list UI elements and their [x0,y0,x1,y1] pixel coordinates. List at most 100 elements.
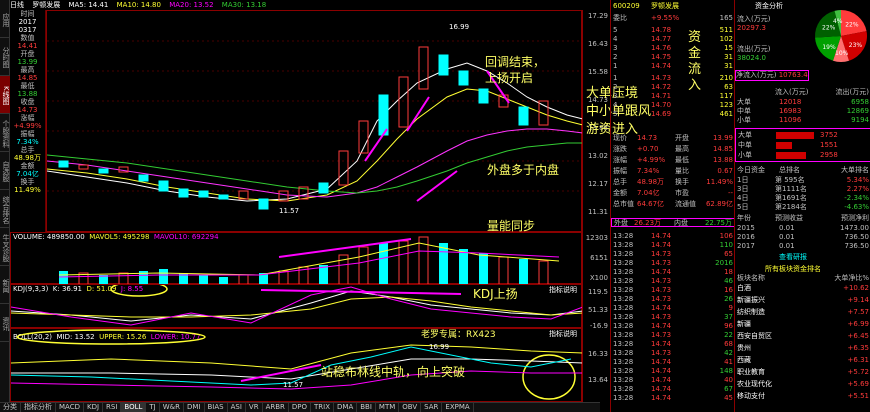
kline-chart[interactable]: 16.99 11.57 回调结束， 上扬开启 外盘多于内盘 量能同步 [46,10,584,233]
toolbar-tab-obv[interactable]: OBV [399,403,422,412]
sector-value: +5.51 [847,392,869,400]
axis-tick: 12.17 [587,180,608,188]
stat-label: 市盈 [675,189,689,197]
sector-row[interactable]: 白酒 +10.62 [735,284,870,293]
toolbar-tab-bbi[interactable]: BBI [357,403,376,412]
kline-svg [46,40,584,210]
tick-row[interactable]: 13:28 14.73 22 [611,331,735,340]
tick-time: 13:28 [613,340,634,348]
sector-row[interactable]: 职业教育 +5.72 [735,368,870,377]
sector-row[interactable]: 西安自贸区 +6.45 [735,332,870,341]
info-value: +4.99% [13,122,42,130]
tick-price: 14.74 [651,358,672,366]
tick-row[interactable]: 13:28 14.74 110 [611,241,735,250]
info-label: 金额 [20,162,35,170]
toolbar-tab-asi[interactable]: ASI [228,403,246,412]
tick-time: 13:28 [613,259,634,267]
kdj-help-button[interactable]: 指标说明 [549,285,577,295]
toolbar-tab-dpo[interactable]: DPO [289,403,312,412]
forecast-head: 预测净利 [841,214,869,222]
forecast-head: 年份 [737,214,751,222]
sector-row[interactable]: 移动支付 +5.51 [735,392,870,401]
sector-value: +10.62 [843,284,869,292]
toolbar-tab-mtm[interactable]: MTM [376,403,400,412]
sector-row[interactable]: 农业现代化 +5.69 [735,380,870,389]
tick-row[interactable]: 13:28 14.74 106 [611,232,735,241]
toolbar-tab-vr[interactable]: VR [246,403,263,412]
forecast-row: 2017 0.01 736.50 [735,242,870,251]
sidebar-item-profile[interactable]: 个股资料 [0,114,10,152]
stat-label: 最高 [675,145,689,153]
period-label[interactable]: 日线 [10,1,24,9]
toolbar-tab-dmi[interactable]: DMI [184,403,205,412]
tick-row[interactable]: 13:28 14.73 2016 [611,259,735,268]
tick-row[interactable]: 13:28 14.73 65 [611,250,735,259]
kdj-panel[interactable]: KDJ(9,3,3) K: 36.91 D: 51.09 J: 8.55 KDJ… [10,284,583,328]
toolbar-tab-dma[interactable]: DMA [334,403,358,412]
toolbar-tab-kdj[interactable]: KDJ [84,403,104,412]
pie-label: 23% [849,42,863,49]
sidebar-item-news[interactable]: 新闻 [0,266,10,304]
toolbar-tab-sar[interactable]: SAR [421,403,443,412]
toolbar-tab-指标分析[interactable]: 指标分析 [21,403,56,412]
sidebar-item-watchlist[interactable]: 自选股 [0,152,10,190]
info-value: 13.88 [17,90,38,98]
info-label: 涨幅 [20,114,35,122]
rank-label: 4日 [737,194,749,202]
tick-row[interactable]: 13:28 14.74 40 [611,376,735,385]
tick-row[interactable]: 13:28 14.73 37 [611,313,735,322]
tick-row[interactable]: 13:28 14.74 67 [611,385,735,394]
annotation-outer-volume: 外盘多于内盘 [487,163,560,177]
high-price-label: 16.99 [449,23,470,31]
sidebar-item-timeshare[interactable]: 分时图 [0,38,10,76]
rank-row: 5日 第2184名 -4.63% [735,203,870,212]
stat-row: 涨幅 +4.99% 最低 13.88 [611,156,735,165]
toolbar-tab-arbr[interactable]: ARBR [263,403,289,412]
sector-row[interactable]: 西藏 +6.31 [735,356,870,365]
tick-row[interactable]: 13:28 14.74 68 [611,340,735,349]
net-bar [776,152,806,159]
volume-panel[interactable]: VOLUME: 489850.00 MAVOL5: 495298 MAVOL10… [10,232,582,285]
sector-row[interactable]: 新疆 +6.99 [735,320,870,329]
toolbar-tab-macd[interactable]: MACD [56,403,84,412]
tick-price: 14.74 [651,394,672,402]
view-report-link[interactable]: 查看研报 [779,252,807,262]
tick-row[interactable]: 13:28 14.73 42 [611,349,735,358]
tick-volume: 37 [724,313,733,321]
sidebar-item-app[interactable]: 应用 [0,0,10,38]
net-row: 中单 1551 [736,141,870,150]
toolbar-tab-rsi[interactable]: RSI [103,403,122,412]
rank-row: 4日 第1691名 -2.34% [735,194,870,203]
toolbar-tab-w&r[interactable]: W&R [160,403,184,412]
forecast-year: 2016 [737,233,755,241]
toolbar-tab-分类[interactable]: 分类 [0,403,21,412]
tick-row[interactable]: 13:28 14.73 46 [611,277,735,286]
weibi-label: 委比 [613,14,627,22]
tick-row[interactable]: 13:28 14.74 45 [611,394,735,403]
sidebar-item-kline[interactable]: K线图 [0,76,10,114]
sidebar-item-ranking[interactable]: 综合排名 [0,190,10,228]
toolbar-tab-bias[interactable]: BIAS [205,403,228,412]
toolbar-tab-tj[interactable]: TJ [146,403,160,412]
tick-row[interactable]: 13:28 14.74 41 [611,358,735,367]
info-label: 最高 [20,66,35,74]
tick-row[interactable]: 13:28 14.74 9 [611,304,735,313]
sector-row[interactable]: 新疆振兴 +9.14 [735,296,870,305]
tick-time: 13:28 [613,241,634,249]
rank-header-row: 今日资金 总排名 大单排名 [735,166,870,175]
sidebar-item-diagnosis[interactable]: 牛叉诊股 [0,228,10,266]
boll-help-button[interactable]: 指标说明 [549,329,577,339]
sector-row[interactable]: 贵州 +6.35 [735,344,870,353]
tick-row[interactable]: 13:28 14.74 18 [611,268,735,277]
stat-label: 涨幅 [613,156,627,164]
tick-row[interactable]: 13:28 14.74 148 [611,367,735,376]
sector-row[interactable]: 纺织制造 +7.57 [735,308,870,317]
tick-row[interactable]: 13:28 14.74 96 [611,322,735,331]
toolbar-tab-boll[interactable]: BOLL [121,403,147,412]
toolbar-tab-trix[interactable]: TRIX [311,403,335,412]
sidebar-item-info[interactable]: 资讯 [0,304,10,342]
tick-row[interactable]: 13:28 14.73 16 [611,286,735,295]
boll-panel[interactable]: BOLL(20,2) MID: 13.52 UPPER: 15.26 LOWER… [10,328,583,402]
toolbar-tab-expma[interactable]: EXPMA [442,403,474,412]
tick-row[interactable]: 13:28 14.73 26 [611,295,735,304]
